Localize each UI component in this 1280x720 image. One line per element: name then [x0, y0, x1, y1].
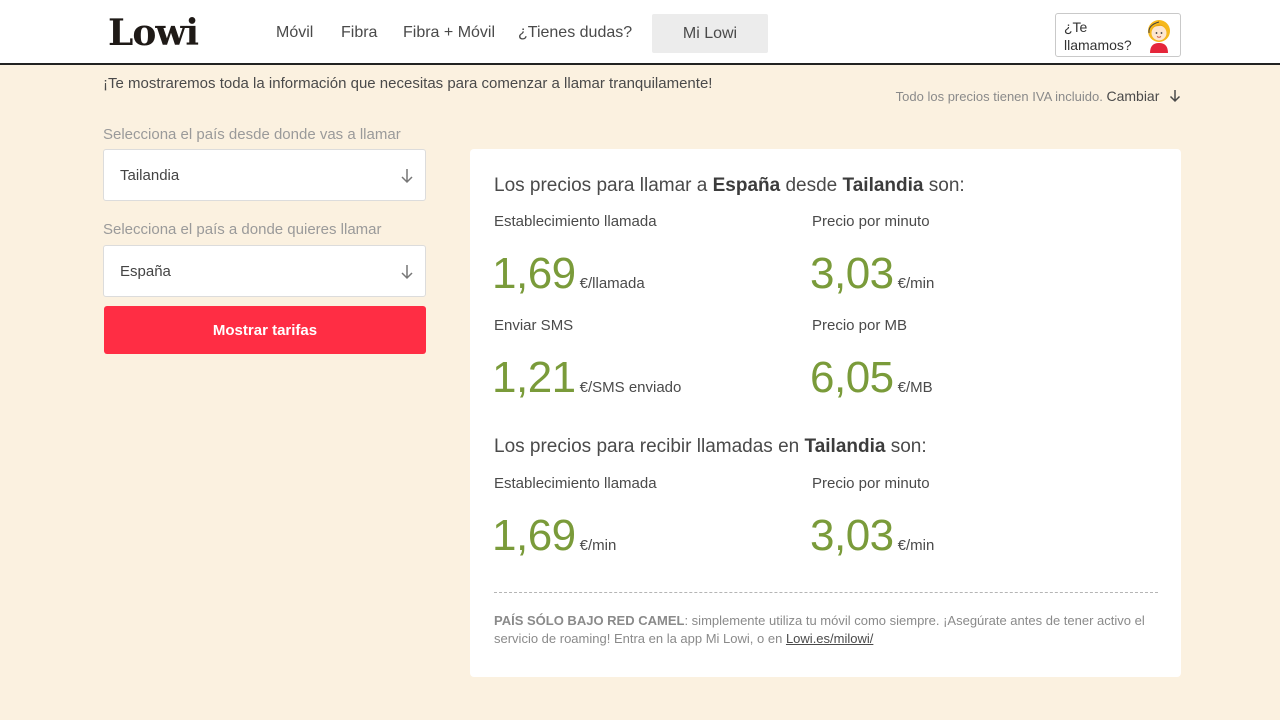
mb-label: Precio por MB — [812, 317, 908, 334]
receive-minute-price: 3,03 €/min — [810, 511, 935, 560]
from-country-value: Tailandia — [120, 167, 180, 184]
iva-text: Todo los precios tienen IVA incluido. — [895, 89, 1103, 104]
top-header: Lowi Móvil Fibra Fibra + Móvil ¿Tienes d… — [0, 0, 1280, 65]
roaming-note: PAÍS SÓLO BAJO RED CAMEL: simplemente ut… — [494, 613, 1145, 646]
receive-rates-title: Los precios para recibir llamadas en Tai… — [494, 436, 927, 457]
call-me-button[interactable]: ¿Te llamamos? — [1055, 13, 1181, 57]
receive-setup-label: Establecimiento llamada — [494, 475, 657, 492]
agent-avatar-icon — [1148, 20, 1170, 53]
receive-setup-price: 1,69 €/min — [492, 511, 617, 560]
from-country-select[interactable]: Tailandia — [103, 149, 426, 201]
nav-item-movil[interactable]: Móvil — [276, 24, 313, 42]
roaming-note-bold: PAÍS SÓLO BAJO RED CAMEL — [494, 613, 685, 628]
to-country-label: Selecciona el país a donde quieres llama… — [103, 221, 382, 238]
change-iva-link[interactable]: Cambiar — [1106, 88, 1159, 104]
nav-item-dudas[interactable]: ¿Tienes dudas? — [518, 24, 632, 42]
call-minute-price: 3,03 €/min — [810, 249, 935, 298]
dashed-divider — [494, 592, 1158, 593]
receive-country: Tailandia — [804, 436, 886, 457]
nav-item-fibra[interactable]: Fibra — [341, 24, 377, 42]
from-country-label: Selecciona el país desde donde vas a lla… — [103, 126, 401, 143]
to-country-value: España — [120, 263, 171, 280]
call-rates-title: Los precios para llamar a España desde T… — [494, 175, 965, 196]
call-setup-label: Establecimiento llamada — [494, 213, 657, 230]
chevron-down-icon — [401, 169, 413, 184]
intro-text: ¡Te mostraremos toda la información que … — [103, 75, 713, 92]
iva-notice: Todo los precios tienen IVA incluido. Ca… — [896, 88, 1181, 104]
rates-card: Los precios para llamar a España desde T… — [470, 149, 1181, 677]
arrow-down-icon[interactable] — [1169, 89, 1181, 103]
mb-price: 6,05 €/MB — [810, 353, 933, 402]
destination-country: España — [712, 175, 781, 196]
sms-label: Enviar SMS — [494, 317, 574, 334]
lowi-logo[interactable]: Lowi — [108, 12, 199, 54]
milowi-link[interactable]: Lowi.es/milowi/ — [786, 631, 873, 646]
chevron-down-icon — [401, 265, 413, 280]
call-setup-price: 1,69 €/llamada — [492, 249, 645, 298]
receive-minute-label: Precio por minuto — [812, 475, 930, 492]
nav-item-fibra-movil[interactable]: Fibra + Móvil — [403, 24, 495, 42]
to-country-select[interactable]: España — [103, 245, 426, 297]
origin-country: Tailandia — [842, 175, 924, 196]
call-me-label: ¿Te llamamos? — [1064, 19, 1132, 53]
call-minute-label: Precio por minuto — [812, 213, 930, 230]
show-rates-button[interactable]: Mostrar tarifas — [104, 306, 426, 354]
mi-lowi-button[interactable]: Mi Lowi — [652, 14, 768, 53]
sms-price: 1,21 €/SMS enviado — [492, 353, 682, 402]
